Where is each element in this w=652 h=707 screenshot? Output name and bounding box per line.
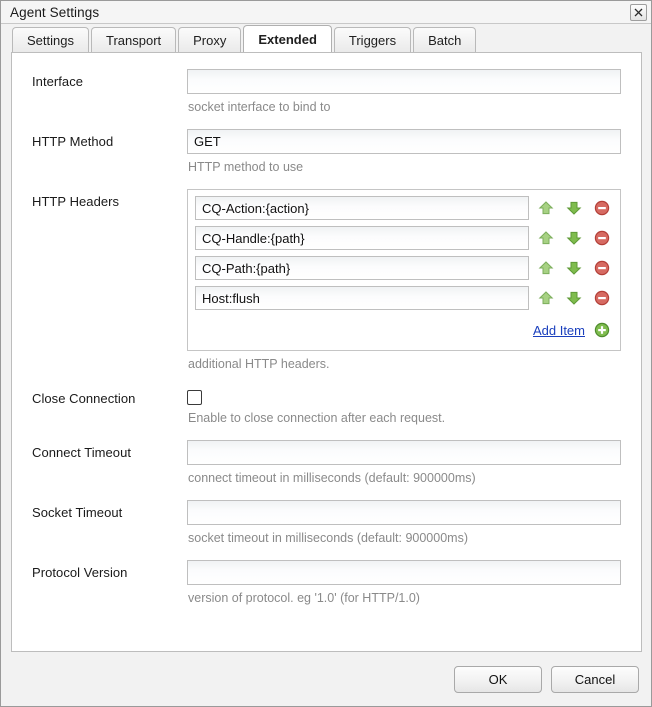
field-row-http-method: HTTP Method HTTP method to use xyxy=(32,129,621,186)
move-down-icon[interactable] xyxy=(563,287,585,309)
field-row-protocol-version: Protocol Version version of protocol. eg… xyxy=(32,560,621,617)
tab-label: Proxy xyxy=(193,32,227,48)
move-down-icon[interactable] xyxy=(563,257,585,279)
agent-settings-window: Agent Settings Settings Transport Proxy … xyxy=(0,0,652,707)
remove-icon[interactable] xyxy=(591,257,613,279)
tab-content-wrapper: Interface socket interface to bind to HT… xyxy=(11,52,642,652)
interface-input[interactable] xyxy=(187,69,621,94)
tab-triggers[interactable]: Triggers xyxy=(333,27,412,52)
header-value-input[interactable] xyxy=(195,256,529,280)
close-connection-checkbox[interactable] xyxy=(187,390,202,405)
http-headers-field-wrap: Add Item additional HTTP headers. xyxy=(187,189,621,383)
dialog-footer: OK Cancel xyxy=(1,652,651,706)
move-down-icon[interactable] xyxy=(563,227,585,249)
header-item-row xyxy=(195,196,613,220)
connect-timeout-label: Connect Timeout xyxy=(32,445,132,460)
header-item-row xyxy=(195,226,613,250)
connect-timeout-field-wrap: connect timeout in milliseconds (default… xyxy=(187,440,621,497)
field-row-http-headers: HTTP Headers CQ-Action:{action} CQ-Handl… xyxy=(32,189,621,383)
tab-proxy[interactable]: Proxy xyxy=(178,27,242,52)
header-item-row xyxy=(195,256,613,280)
close-connection-label: Close Connection xyxy=(32,391,136,406)
protocol-version-label: Protocol Version xyxy=(32,565,128,580)
http-headers-list: Add Item xyxy=(187,189,621,351)
tab-batch[interactable]: Batch xyxy=(413,27,477,52)
title-bar: Agent Settings xyxy=(1,1,651,24)
socket-timeout-hint: socket timeout in milliseconds (default:… xyxy=(188,531,468,545)
remove-icon[interactable] xyxy=(591,227,613,249)
socket-timeout-input[interactable] xyxy=(187,500,621,525)
tab-label: Extended xyxy=(258,31,317,47)
header-value-input[interactable] xyxy=(195,226,529,250)
tab-label: Transport xyxy=(105,32,162,48)
connect-timeout-hint: connect timeout in milliseconds (default… xyxy=(188,471,476,485)
interface-label: Interface xyxy=(32,74,84,89)
ok-button[interactable]: OK xyxy=(454,665,542,693)
protocol-version-hint: version of protocol. eg '1.0' (for HTTP/… xyxy=(188,591,420,605)
header-item-row xyxy=(195,286,613,310)
tab-extended[interactable]: Extended xyxy=(243,25,332,52)
close-connection-hint: Enable to close connection after each re… xyxy=(188,411,446,425)
protocol-version-field-wrap: version of protocol. eg '1.0' (for HTTP/… xyxy=(187,560,621,617)
field-row-close-connection: Close Connection Enable to close connect… xyxy=(32,386,621,437)
move-up-icon[interactable] xyxy=(535,197,557,219)
window-title: Agent Settings xyxy=(10,4,100,20)
protocol-version-input[interactable] xyxy=(187,560,621,585)
header-value-input[interactable] xyxy=(195,196,529,220)
http-method-hint: HTTP method to use xyxy=(188,160,304,174)
socket-timeout-field-wrap: socket timeout in milliseconds (default:… xyxy=(187,500,621,557)
add-item-row: Add Item xyxy=(195,319,613,343)
settings-form: Interface socket interface to bind to HT… xyxy=(12,53,641,630)
move-down-icon[interactable] xyxy=(563,197,585,219)
socket-timeout-label: Socket Timeout xyxy=(32,505,123,520)
tab-bar: Settings Transport Proxy Extended Trigge… xyxy=(1,24,651,52)
interface-field-wrap: socket interface to bind to xyxy=(187,69,621,126)
http-headers-hint: additional HTTP headers. xyxy=(188,357,330,371)
field-row-interface: Interface socket interface to bind to xyxy=(32,69,621,126)
tab-label: Triggers xyxy=(348,32,397,48)
move-up-icon[interactable] xyxy=(535,257,557,279)
tab-label: Settings xyxy=(27,32,74,48)
field-row-socket-timeout: Socket Timeout socket timeout in millise… xyxy=(32,500,621,557)
close-icon[interactable] xyxy=(630,3,647,21)
connect-timeout-input[interactable] xyxy=(187,440,621,465)
http-headers-label: HTTP Headers xyxy=(32,194,120,209)
header-value-input[interactable] xyxy=(195,286,529,310)
tab-transport[interactable]: Transport xyxy=(90,27,177,52)
interface-hint: socket interface to bind to xyxy=(188,100,331,114)
move-up-icon[interactable] xyxy=(535,227,557,249)
tab-label: Batch xyxy=(428,32,462,48)
remove-icon[interactable] xyxy=(591,197,613,219)
tab-settings[interactable]: Settings xyxy=(12,27,89,52)
http-method-input[interactable] xyxy=(187,129,621,154)
cancel-button[interactable]: Cancel xyxy=(551,665,639,693)
http-method-field-wrap: HTTP method to use xyxy=(187,129,621,186)
http-method-label: HTTP Method xyxy=(32,134,114,149)
remove-icon[interactable] xyxy=(591,287,613,309)
field-row-connect-timeout: Connect Timeout connect timeout in milli… xyxy=(32,440,621,497)
add-item-link[interactable]: Add Item xyxy=(533,323,585,338)
extended-tab-panel: Interface socket interface to bind to HT… xyxy=(11,52,642,652)
close-connection-field-wrap: Enable to close connection after each re… xyxy=(187,386,621,437)
move-up-icon[interactable] xyxy=(535,287,557,309)
add-icon[interactable] xyxy=(591,319,613,341)
